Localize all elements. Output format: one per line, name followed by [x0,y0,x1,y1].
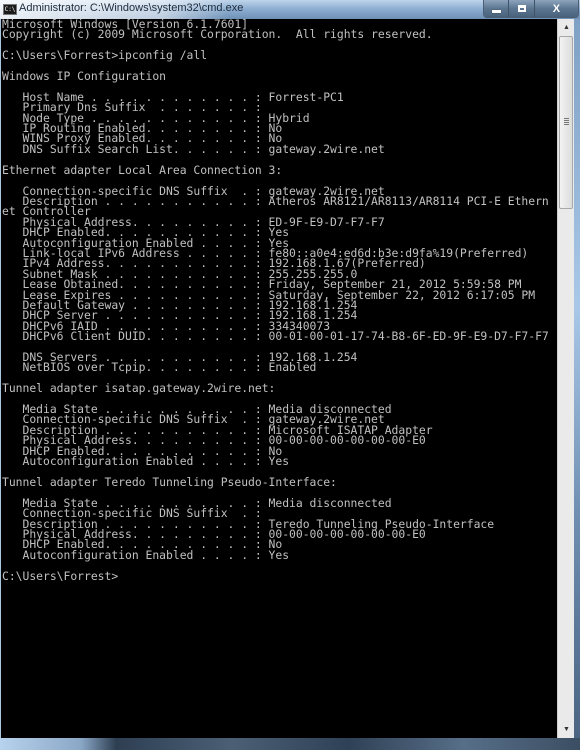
console-line: Copyright (c) 2009 Microsoft Corporation… [1,27,433,42]
console-output[interactable]: Microsoft Windows [Version 6.1.7601] Copy… [1,19,557,738]
cmd-window: C:\ Administrator: C:\Windows\system32\c… [0,0,580,750]
chevron-up-icon: ▲ [563,24,570,31]
chevron-down-icon: ▼ [563,726,570,733]
console-text: Microsoft Windows [Version 6.1.7601] Copy… [1,19,551,583]
vertical-scrollbar[interactable]: ▲ ▼ [557,19,575,738]
console-line: DNS Suffix Search List. . . . . . : gate… [1,141,385,156]
close-icon: X [552,2,561,15]
window-title: Administrator: C:\Windows\system32\cmd.e… [19,2,244,14]
console-line: Autoconfiguration Enabled . . . . : Yes [1,547,290,562]
console-line: Autoconfiguration Enabled . . . . : Yes [1,454,290,469]
console-line: Ethernet adapter Local Area Connection 3… [1,162,283,177]
caption-buttons: X [483,0,579,18]
console-line: C:\Users\Forrest> [1,568,119,583]
grip-icon [564,118,569,125]
console-line: NetBIOS over Tcpip. . . . . . . . : Enab… [1,360,317,375]
minimize-icon [491,10,501,13]
restore-icon [517,5,526,12]
restore-button[interactable] [509,0,535,17]
scroll-up-button[interactable]: ▲ [558,19,575,36]
scroll-down-button[interactable]: ▼ [558,721,575,738]
console-line: C:\Users\Forrest>ipconfig /all [1,48,208,63]
console-line: DHCPv6 Client DUID. . . . . . . . : 00-0… [1,329,549,344]
title-bar[interactable]: C:\ Administrator: C:\Windows\system32\c… [0,0,580,19]
window-frame-right [574,19,580,738]
minimize-button[interactable] [484,0,510,17]
close-button[interactable]: X [534,0,578,17]
console-line: Windows IP Configuration [1,69,167,84]
console-line: Tunnel adapter Teredo Tunneling Pseudo-I… [1,474,337,489]
scroll-thumb[interactable] [559,36,573,209]
cmd-app-icon[interactable]: C:\ [3,4,17,15]
console-line: Tunnel adapter isatap.gateway.2wire.net: [1,381,276,396]
window-frame-bottom [0,738,580,750]
